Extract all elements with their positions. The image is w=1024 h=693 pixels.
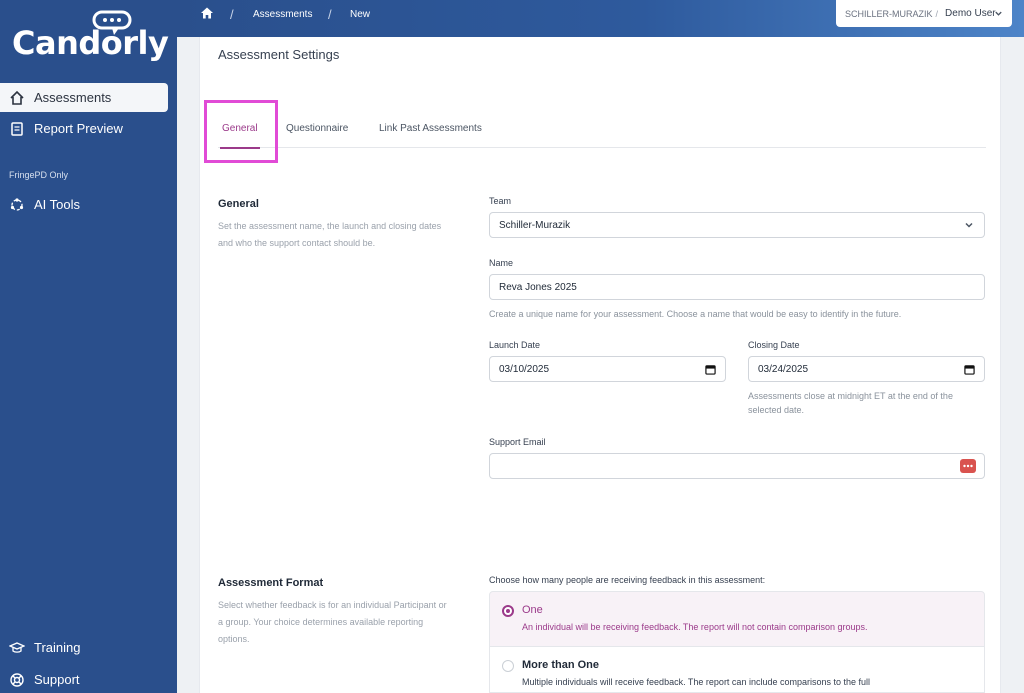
more-options-icon[interactable] (960, 459, 976, 473)
breadcrumb-separator: / (230, 6, 234, 22)
closing-date-label: Closing Date (748, 340, 800, 350)
sidebar-item-report-preview[interactable]: Report Preview (0, 114, 168, 143)
org-user-selector[interactable]: SCHILLER-MURAZIK / Demo User (836, 0, 1012, 27)
radio-selected-icon (502, 605, 514, 617)
support-email-label: Support Email (489, 437, 546, 447)
breadcrumb-assessments[interactable]: Assessments (253, 0, 312, 28)
radio-option-description: Multiple individuals will receive feedba… (522, 677, 871, 687)
radio-option-one[interactable]: One An individual will be receiving feed… (489, 591, 985, 647)
team-select[interactable]: Schiller-Murazik (489, 212, 985, 238)
home-icon (200, 6, 214, 23)
settings-card: Assessment Settings General Questionnair… (199, 37, 1001, 693)
breadcrumb-home[interactable] (200, 0, 214, 28)
launch-date-value: 03/10/2025 (499, 363, 550, 375)
general-section-description: Set the assessment name, the launch and … (218, 221, 442, 248)
name-label: Name (489, 258, 514, 268)
graduation-cap-icon (8, 639, 26, 657)
home-icon (8, 89, 26, 107)
breadcrumb-current: New (350, 8, 371, 20)
sidebar-item-label: Training (34, 640, 81, 655)
brand-name: Candorly (12, 24, 169, 62)
support-email-input[interactable] (489, 453, 985, 479)
closing-date-help-text: Assessments close at midnight ET at the … (748, 391, 953, 415)
document-icon (8, 120, 26, 138)
lifebuoy-icon (8, 671, 26, 689)
team-value: Schiller-Murazik (499, 219, 571, 231)
name-help-text: Create a unique name for your assessment… (489, 309, 902, 319)
radio-option-description: An individual will be receiving feedback… (522, 622, 868, 632)
tab-bar: General Questionnaire Link Past Assessme… (218, 117, 986, 149)
breadcrumb-separator: / (328, 6, 332, 22)
highlight-annotation (204, 100, 278, 163)
brand-logo[interactable]: Candorly (12, 8, 169, 66)
sidebar-item-assessments[interactable]: Assessments (0, 83, 168, 112)
tab-link-past-assessments[interactable]: Link Past Assessments (379, 123, 482, 134)
format-section-title: Assessment Format (218, 577, 324, 589)
team-label: Team (489, 196, 512, 206)
sidebar-item-label: AI Tools (34, 197, 81, 212)
closing-date-value: 03/24/2025 (758, 363, 809, 375)
chevron-down-icon (962, 218, 976, 232)
sidebar-item-support[interactable]: Support (0, 665, 168, 693)
calendar-icon[interactable] (962, 362, 976, 376)
radio-option-more-than-one[interactable]: More than One Multiple individuals will … (489, 647, 985, 693)
sidebar-item-training[interactable]: Training (0, 633, 168, 662)
calendar-icon[interactable] (703, 362, 717, 376)
org-separator: / (935, 8, 939, 19)
org-name: SCHILLER-MURAZIK (845, 8, 933, 19)
format-intro-text: Choose how many people are receiving fee… (489, 575, 766, 585)
page-title: Assessment Settings (218, 47, 340, 62)
sidebar-item-ai-tools[interactable]: AI Tools (0, 190, 168, 219)
top-bar: / Assessments / New SCHILLER-MURAZIK / D… (177, 0, 1024, 37)
tab-questionnaire[interactable]: Questionnaire (286, 123, 348, 134)
chevron-down-icon (994, 9, 1003, 20)
sidebar-item-label: Support (34, 672, 80, 687)
sidebar-section-label: FringePD Only (9, 170, 69, 180)
general-section-title: General (218, 198, 259, 210)
sidebar-item-label: Assessments (34, 90, 112, 105)
ai-tools-icon (8, 196, 26, 214)
name-value: Reva Jones 2025 (499, 281, 577, 293)
radio-unselected-icon (502, 660, 514, 672)
radio-option-title: One (522, 604, 543, 616)
format-section-description: Select whether feedback is for an indivi… (218, 600, 447, 644)
launch-date-input[interactable]: 03/10/2025 (489, 356, 726, 382)
sidebar: Candorly Assessments Report Preview Frin… (0, 0, 177, 693)
radio-option-title: More than One (522, 659, 600, 671)
name-input[interactable]: Reva Jones 2025 (489, 274, 985, 300)
closing-date-input[interactable]: 03/24/2025 (748, 356, 985, 382)
user-name: Demo User (945, 8, 996, 19)
launch-date-label: Launch Date (489, 340, 541, 350)
sidebar-item-label: Report Preview (34, 121, 123, 136)
